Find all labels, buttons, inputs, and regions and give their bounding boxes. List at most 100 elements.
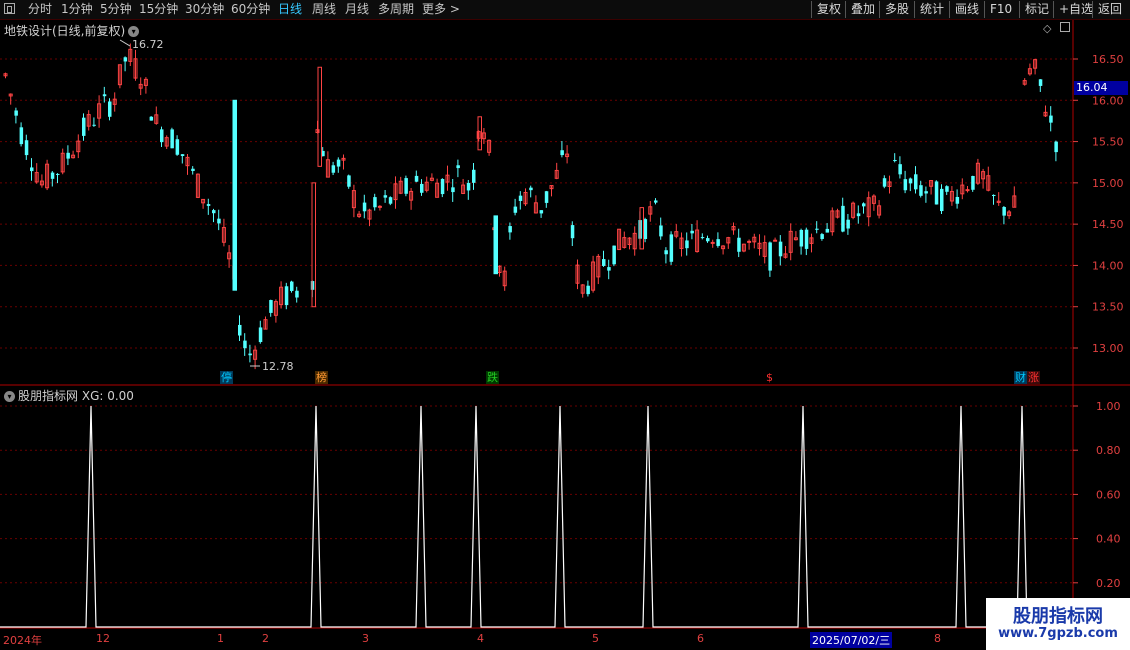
price-tick-label: 14.00 xyxy=(1092,259,1124,272)
candle-body-down xyxy=(191,168,195,171)
candle-body-up xyxy=(965,189,970,192)
candle-body-down xyxy=(373,197,377,208)
date-label-jun: 6 xyxy=(697,632,704,645)
candle-body-up xyxy=(710,241,715,244)
date-label-jan: 1 xyxy=(217,632,224,645)
current-price-tag: 16.04 xyxy=(1074,81,1128,95)
candle-body-down xyxy=(669,234,674,262)
candle-body-down xyxy=(206,204,211,206)
candle-body-down xyxy=(659,225,663,237)
candle-body-down xyxy=(862,203,866,207)
candle-body-down xyxy=(934,181,939,205)
candle-body-down xyxy=(160,129,164,143)
badge-dividend[interactable]: $ xyxy=(765,371,774,384)
candle-body-down xyxy=(290,281,294,291)
candle-body-down xyxy=(898,164,902,175)
date-label-aug: 8 xyxy=(934,632,941,645)
candle-body-down xyxy=(914,174,918,190)
candle-body-down xyxy=(149,116,154,121)
candle-body-down xyxy=(388,197,393,204)
candle-body-down xyxy=(685,240,689,249)
candle-body-down xyxy=(24,140,29,156)
site-watermark: 股朋指标网 www.7gpzb.com xyxy=(986,598,1130,650)
candle-body-down xyxy=(560,150,564,156)
price-tick-label: 16.50 xyxy=(1092,53,1124,66)
candle-body-down xyxy=(820,234,824,239)
chevron-down-icon[interactable]: ▾ xyxy=(128,26,140,37)
indicator-tick-label: 1.00 xyxy=(1096,400,1121,413)
price-tick-label: 13.50 xyxy=(1092,301,1124,314)
candle-body-down xyxy=(92,124,96,126)
candle-body-down xyxy=(331,165,336,173)
candle-body-down xyxy=(518,195,523,201)
high-marker-pointer xyxy=(119,39,131,47)
candle-body-down xyxy=(170,129,174,149)
badge-rise[interactable]: 涨 xyxy=(1027,371,1040,384)
xg-signal-series xyxy=(0,405,1028,628)
candle-body-down xyxy=(607,267,611,271)
candle-body-down xyxy=(737,237,741,252)
candle-body-down xyxy=(882,178,887,187)
diamond-icon[interactable]: ◇ xyxy=(1043,22,1051,35)
candle-body-down xyxy=(1038,79,1043,86)
date-label-feb: 2 xyxy=(262,632,269,645)
candle-body-down xyxy=(66,152,70,159)
candle-body-down xyxy=(82,117,86,136)
candle-body-down xyxy=(243,340,247,349)
candle-body-down xyxy=(586,285,590,295)
badge-dragon-tiger[interactable]: 榜 xyxy=(315,371,328,384)
chevron-down-icon[interactable]: ▾ xyxy=(4,391,15,402)
candle-body-down xyxy=(815,228,819,230)
candle-body-down xyxy=(284,286,289,306)
indicator-tick-label: 0.20 xyxy=(1096,577,1121,590)
panel-toggle-icon[interactable] xyxy=(1060,22,1070,32)
indicator-name: 股朋指标网 xyxy=(18,389,79,403)
candle-body-down xyxy=(347,175,351,187)
badge-drop[interactable]: 跌 xyxy=(486,371,499,384)
candle-body-down xyxy=(232,99,237,291)
candle-body-down xyxy=(612,245,616,265)
date-label-dec: 12 xyxy=(96,632,110,645)
candle-body-down xyxy=(570,225,575,239)
candle-body-up xyxy=(377,205,382,208)
chart-canvas[interactable]: 16.50 16.00 15.50 15.00 14.50 14.00 13.50 13.00… xyxy=(0,0,1130,650)
candle-body-down xyxy=(992,194,996,196)
candle-body-down xyxy=(508,226,512,233)
candle-body-down xyxy=(180,154,185,157)
candle-body-down xyxy=(955,196,960,204)
candle-body-down xyxy=(50,172,55,179)
indicator-tick-label: 0.40 xyxy=(1096,533,1121,546)
candle-body-up xyxy=(317,66,322,167)
candle-body-down xyxy=(440,179,445,195)
price-tick-label: 13.00 xyxy=(1092,342,1124,355)
candlestick-series xyxy=(3,43,1058,370)
candle-body-down xyxy=(924,191,928,194)
candle-body-down xyxy=(212,210,216,214)
candle-body-down xyxy=(56,173,60,175)
low-price-label: 12.78 xyxy=(262,360,294,373)
candle-body-down xyxy=(217,218,221,224)
candle-body-down xyxy=(1002,207,1006,216)
badge-finance[interactable]: 财 xyxy=(1014,371,1027,384)
candle-body-down xyxy=(493,215,498,275)
price-tick-label: 15.00 xyxy=(1092,177,1124,190)
candle-body-up xyxy=(747,240,752,243)
candle-body-down xyxy=(404,178,408,194)
candle-body-down xyxy=(539,210,544,214)
price-tick-label: 14.50 xyxy=(1092,218,1124,231)
candle-body-down xyxy=(472,169,476,183)
candle-body-down xyxy=(654,200,658,203)
candle-body-down xyxy=(336,159,341,167)
candle-body-down xyxy=(799,229,804,247)
indicator-axis-ticks: 1.00 0.80 0.60 0.40 0.20 xyxy=(1073,400,1121,590)
candle-body-down xyxy=(451,187,455,193)
candle-body-down xyxy=(690,230,694,234)
indicator-value: XG: 0.00 xyxy=(81,389,134,403)
date-label-2024: 2024年 xyxy=(3,634,42,647)
candle-body-down xyxy=(643,219,648,239)
badge-limit-halt[interactable]: 停 xyxy=(220,371,233,384)
candle-body-down xyxy=(778,241,783,257)
candle-body-down xyxy=(310,281,315,290)
candle-body-down xyxy=(248,353,252,356)
candle-body-down xyxy=(893,160,897,162)
